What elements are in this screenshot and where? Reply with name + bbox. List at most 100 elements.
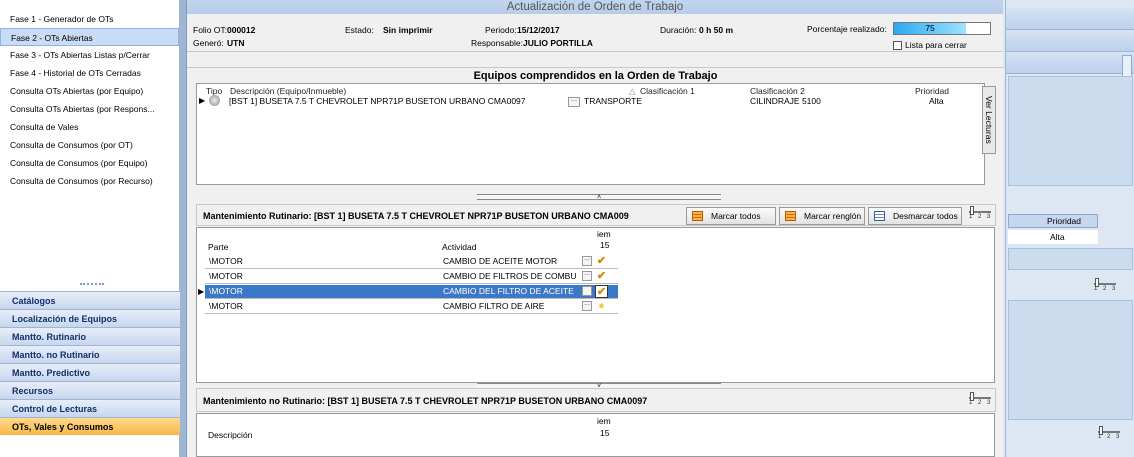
category-ots-vales-consumos[interactable]: OTs, Vales y Consumos — [0, 417, 180, 435]
no-rutinario-size-slider[interactable]: 1 2 3 — [969, 392, 991, 406]
nav-item-consumos-equipo[interactable]: Consulta de Consumos (por Equipo) — [0, 154, 179, 172]
right-toolbar — [1006, 8, 1134, 30]
table-row[interactable]: \MOTOR CAMBIO FILTRO DE AIRE ··· ● — [205, 300, 618, 313]
folio-label: Folio OT: — [193, 25, 228, 35]
dialog-title: Actualización de Orden de Trabajo — [187, 0, 1003, 14]
checkmark-icon[interactable]: ✔ — [595, 255, 608, 268]
grid-orange-icon — [692, 211, 703, 221]
equipo-clasificacion2: CILINDRAJE 5100 — [750, 96, 821, 106]
table-row[interactable]: \MOTOR CAMBIO DE ACEITE MOTOR ··· ✔ — [205, 255, 618, 268]
nav-item-consumos-recurso[interactable]: Consulta de Consumos (por Recurso) — [0, 172, 179, 190]
right-toolbar-2 — [1006, 30, 1134, 52]
folio-value: 000012 — [227, 25, 256, 35]
row-actividad: CAMBIO DE FILTROS DE COMBU — [443, 271, 577, 281]
category-mantto-rutinario[interactable]: Mantto. Rutinario — [0, 327, 180, 345]
nav-item-consulta-vales[interactable]: Consulta de Vales — [0, 118, 179, 136]
rutinario-title: Mantenimiento Rutinario: [BST 1] BUSETA … — [203, 211, 629, 221]
ellipsis-button[interactable]: ··· — [582, 286, 592, 296]
category-mantto-predictivo[interactable]: Mantto. Predictivo — [0, 363, 180, 381]
equipo-clasificacion1: TRANSPORTE — [584, 96, 642, 106]
ellipsis-button[interactable]: ··· — [568, 97, 580, 107]
equipos-section: Equipos comprendidos en la Orden de Trab… — [187, 67, 1004, 185]
ellipsis-button[interactable]: ··· — [582, 256, 592, 266]
col-header-item: iem — [597, 416, 611, 426]
category-list: Catálogos Localización de Equipos Mantto… — [0, 291, 180, 435]
table-row-selected[interactable]: ▶ \MOTOR CAMBIO DEL FILTRO DE ACEITE ···… — [198, 285, 618, 298]
nav-item-consulta-ot-equipo[interactable]: Consulta OTs Abiertas (por Equipo) — [0, 82, 179, 100]
ellipsis-button[interactable]: ··· — [582, 271, 592, 281]
vehicle-icon — [209, 95, 220, 106]
splitter-grip[interactable] — [80, 283, 104, 286]
row-actividad: CAMBIO FILTRO DE AIRE — [443, 301, 545, 311]
nav-item-fase4[interactable]: Fase 4 - Historial de OTs Cerradas — [0, 64, 179, 82]
right-row-band — [1008, 248, 1133, 270]
category-mantto-no-rutinario[interactable]: Mantto. no Rutinario — [0, 345, 180, 363]
col-header-prioridad[interactable]: Prioridad — [915, 86, 949, 96]
row-pointer-icon: ▶ — [199, 96, 206, 105]
grid-row-icon — [785, 211, 796, 221]
porcentaje-value: 75 — [925, 23, 935, 33]
chevron-up-icon: ˄ — [596, 194, 602, 201]
desmarcar-todos-button[interactable]: Desmarcar todos — [868, 207, 962, 225]
row-pointer-icon: ▶ — [198, 287, 205, 296]
row-parte: \MOTOR — [209, 286, 243, 296]
row-divider — [205, 298, 618, 299]
rutinario-toolbar: Mantenimiento Rutinario: [BST 1] BUSETA … — [196, 204, 996, 226]
responsable-value: JULIO PORTILLA — [523, 38, 593, 48]
col-header-item-num: 15 — [600, 428, 610, 438]
nav-item-fase3[interactable]: Fase 3 - OTs Abiertas Listas p/Cerrar — [0, 46, 179, 64]
ellipsis-button[interactable]: ··· — [582, 301, 592, 311]
checkbox-box[interactable] — [893, 41, 902, 51]
row-parte: \MOTOR — [209, 256, 243, 266]
row-actividad: CAMBIO DE ACEITE MOTOR — [443, 256, 558, 266]
grid-blue-icon — [874, 211, 885, 221]
lista-cerrar-checkbox[interactable]: Lista para cerrar — [893, 40, 967, 51]
col-header-actividad[interactable]: Actividad — [442, 242, 477, 252]
table-row[interactable]: \MOTOR CAMBIO DE FILTROS DE COMBU ··· ✔ — [205, 270, 618, 283]
marcar-renglon-label: Marcar renglón — [804, 211, 862, 221]
nav-item-fase1[interactable]: Fase 1 - Generador de OTs — [0, 10, 179, 28]
equipo-descripcion: [BST 1] BUSETA 7.5 T CHEVROLET NPR71P BU… — [229, 96, 526, 106]
porcentaje-label: Porcentaje realizado: — [807, 24, 887, 34]
nav-item-fase2[interactable]: Fase 2 - OTs Abiertas — [0, 28, 179, 46]
genero-value: UTN — [227, 38, 245, 48]
col-header-clasificacion2[interactable]: Clasificación 2 — [750, 86, 805, 96]
right-toolbar-3 — [1006, 52, 1134, 74]
checkmark-icon[interactable]: ✔ — [595, 270, 608, 283]
right-cell-prioridad[interactable]: Alta — [1008, 230, 1098, 244]
estado-value: Sin imprimir — [383, 25, 433, 35]
pending-dot-icon[interactable]: ● — [595, 300, 608, 313]
duracion-value: 0 h 50 m — [699, 25, 734, 35]
marcar-renglon-button[interactable]: Marcar renglón — [779, 207, 865, 225]
marcar-todos-label: Marcar todos — [711, 211, 761, 221]
nav-item-consulta-ot-responsable[interactable]: Consulta OTs Abiertas (por Respons... — [0, 100, 179, 118]
category-catalogos[interactable]: Catálogos — [0, 291, 180, 309]
right-background-pane: Prioridad Alta 1 2 3 1 2 3 — [1005, 0, 1134, 457]
rutinario-size-slider[interactable]: 1 2 3 — [969, 206, 991, 220]
marcar-todos-button[interactable]: Marcar todos — [686, 207, 776, 225]
checkmark-icon[interactable]: ✔ — [595, 285, 608, 298]
col-header-descripcion[interactable]: Descripción — [208, 430, 252, 440]
rutinario-grid: iem 15 Parte Actividad \MOTOR CAMBIO DE … — [196, 227, 995, 383]
right-size-slider-2[interactable]: 1 2 3 — [1098, 426, 1120, 440]
responsable-label: Responsable: — [471, 38, 523, 48]
category-control-lecturas[interactable]: Control de Lecturas — [0, 399, 180, 417]
col-header-item: iem — [597, 229, 611, 239]
nav-item-consumos-ot[interactable]: Consulta de Consumos (por OT) — [0, 136, 179, 154]
col-header-parte[interactable]: Parte — [208, 242, 228, 252]
duracion-label: Duración: — [660, 25, 697, 35]
col-header-descripcion[interactable]: Descripción (Equipo/Inmueble) — [230, 86, 346, 96]
category-localizacion[interactable]: Localización de Equipos — [0, 309, 180, 327]
right-size-slider[interactable]: 1 2 3 — [1094, 278, 1116, 292]
ver-lecturas-button[interactable]: Ver Lecturas — [982, 86, 996, 154]
row-divider — [205, 283, 618, 284]
periodo-value: 15/12/2017 — [517, 25, 560, 35]
splitter-up[interactable]: ˄ — [477, 194, 721, 201]
genero-label: Generó: — [193, 38, 224, 48]
right-col-header-prioridad[interactable]: Prioridad — [1008, 214, 1098, 228]
row-divider — [205, 313, 618, 314]
desmarcar-todos-label: Desmarcar todos — [893, 211, 958, 221]
table-row[interactable]: ▶ [BST 1] BUSETA 7.5 T CHEVROLET NPR71P … — [197, 95, 977, 109]
col-header-clasificacion1[interactable]: Clasificación 1 — [640, 86, 695, 96]
category-recursos[interactable]: Recursos — [0, 381, 180, 399]
